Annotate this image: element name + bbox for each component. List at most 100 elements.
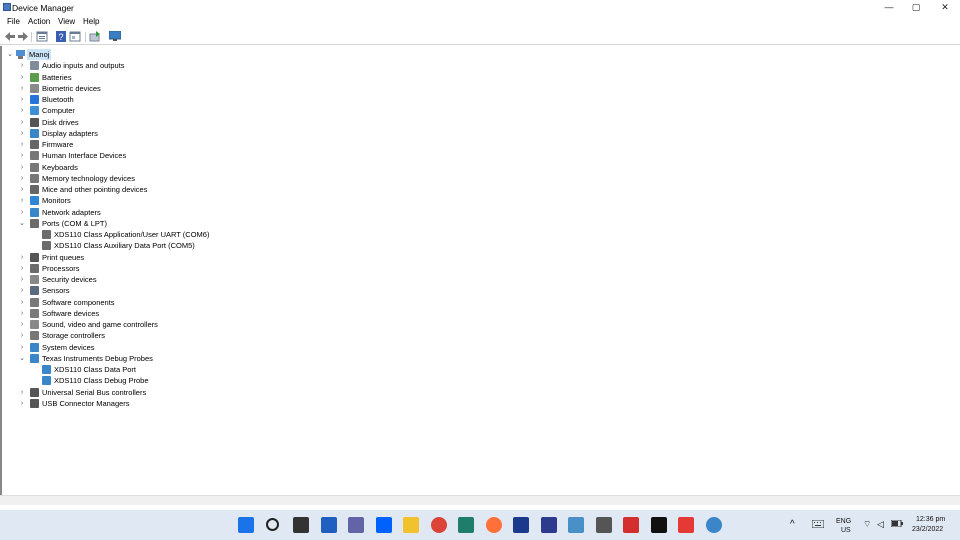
chevron-right-icon[interactable]: › xyxy=(18,252,26,263)
device-tree[interactable]: ⌄ Manoj › Audio inputs and outputs › Batter… xyxy=(0,46,960,495)
tree-category[interactable]: › Processors xyxy=(2,263,302,274)
chevron-right-icon[interactable]: › xyxy=(18,105,26,116)
menu-view[interactable]: View xyxy=(58,17,75,26)
forward-icon[interactable] xyxy=(17,31,29,42)
chevron-right-icon[interactable]: › xyxy=(18,150,26,161)
globe-icon[interactable] xyxy=(706,517,722,533)
tree-category[interactable]: › System devices xyxy=(2,342,302,353)
monitor-icon[interactable] xyxy=(108,30,122,42)
tree-category[interactable]: › Sensors xyxy=(2,285,302,296)
tree-category[interactable]: ⌄ Ports (COM & LPT) xyxy=(2,218,302,229)
chevron-right-icon[interactable]: › xyxy=(18,173,26,184)
update-driver-icon[interactable] xyxy=(89,31,101,42)
keyboard-icon[interactable] xyxy=(811,519,825,530)
teams-icon[interactable] xyxy=(348,517,364,533)
tree-category[interactable]: › Security devices xyxy=(2,274,302,285)
tree-category[interactable]: › Sound, video and game controllers xyxy=(2,319,302,330)
flash-icon[interactable] xyxy=(678,517,694,533)
tree-category[interactable]: › Bluetooth xyxy=(2,94,302,105)
wifi-icon[interactable]: ⌔ xyxy=(863,519,871,530)
tree-device[interactable]: XDS110 Class Auxiliary Data Port (COM5) xyxy=(2,240,302,251)
menu-file[interactable]: File xyxy=(7,17,20,26)
chevron-right-icon[interactable]: › xyxy=(18,342,26,353)
chevron-down-icon[interactable]: ⌄ xyxy=(18,218,26,229)
tree-category[interactable]: › Storage controllers xyxy=(2,330,302,341)
chevron-right-icon[interactable]: › xyxy=(18,184,26,195)
tree-category[interactable]: › Universal Serial Bus controllers xyxy=(2,387,302,398)
horizontal-scrollbar[interactable] xyxy=(0,495,960,505)
chevron-right-icon[interactable]: › xyxy=(18,274,26,285)
tree-category[interactable]: › Firmware xyxy=(2,139,302,150)
clock-time[interactable]: 12:36 pm xyxy=(916,516,945,523)
tree-category[interactable]: › Network adapters xyxy=(2,207,302,218)
tree-category[interactable]: › Batteries xyxy=(2,72,302,83)
file-explorer-icon[interactable] xyxy=(403,517,419,533)
chevron-right-icon[interactable]: › xyxy=(18,263,26,274)
back-icon[interactable] xyxy=(4,31,16,42)
terminal-icon[interactable] xyxy=(651,517,667,533)
chevron-right-icon[interactable]: › xyxy=(18,330,26,341)
chevron-right-icon[interactable]: › xyxy=(18,207,26,218)
tree-root[interactable]: ⌄ Manoj xyxy=(2,49,202,60)
chevron-right-icon[interactable]: › xyxy=(18,128,26,139)
tree-category[interactable]: › Human Interface Devices xyxy=(2,150,302,161)
tree-category[interactable]: › Mice and other pointing devices xyxy=(2,184,302,195)
app-pen-icon[interactable] xyxy=(541,517,557,533)
task-view-icon[interactable] xyxy=(293,517,309,533)
tree-category[interactable]: › Memory technology devices xyxy=(2,173,302,184)
tree-device[interactable]: XDS110 Class Application/User UART (COM6… xyxy=(2,229,302,240)
tree-category[interactable]: › Biometric devices xyxy=(2,83,302,94)
chevron-down-icon[interactable]: ⌄ xyxy=(6,49,14,60)
menu-action[interactable]: Action xyxy=(28,17,50,26)
tree-device[interactable]: XDS110 Class Data Port xyxy=(2,364,302,375)
tree-category[interactable]: › Software components xyxy=(2,297,302,308)
start-icon[interactable] xyxy=(238,517,254,533)
acrobat-icon[interactable] xyxy=(623,517,639,533)
chevron-right-icon[interactable]: › xyxy=(18,297,26,308)
tree-category[interactable]: › Display adapters xyxy=(2,128,302,139)
chrome-icon[interactable] xyxy=(431,517,447,533)
maximize-button[interactable]: ▢ xyxy=(902,0,930,15)
chevron-right-icon[interactable]: › xyxy=(18,308,26,319)
menu-help[interactable]: Help xyxy=(83,17,99,26)
help-icon[interactable]: ? xyxy=(55,31,67,42)
minimize-button[interactable]: — xyxy=(875,0,903,15)
clock-date[interactable]: 23/2/2022 xyxy=(912,526,943,533)
chevron-right-icon[interactable]: › xyxy=(18,387,26,398)
tree-device[interactable]: XDS110 Class Debug Probe xyxy=(2,375,302,386)
search-icon[interactable] xyxy=(266,518,279,531)
app-s-icon[interactable] xyxy=(513,517,529,533)
properties-icon[interactable] xyxy=(36,31,48,42)
tree-category[interactable]: › Disk drives xyxy=(2,117,302,128)
snipping-icon[interactable] xyxy=(568,517,584,533)
chevron-right-icon[interactable]: › xyxy=(18,319,26,330)
battery-icon[interactable] xyxy=(890,519,903,529)
tree-category[interactable]: › Keyboards xyxy=(2,162,302,173)
show-hidden-icon[interactable] xyxy=(69,31,81,42)
chevron-right-icon[interactable]: › xyxy=(18,117,26,128)
chevron-right-icon[interactable]: › xyxy=(18,72,26,83)
tree-category[interactable]: › Audio inputs and outputs xyxy=(2,60,302,71)
tree-category[interactable]: › Print queues xyxy=(2,252,302,263)
tree-category[interactable]: › Monitors xyxy=(2,195,302,206)
tree-category[interactable]: › Software devices xyxy=(2,308,302,319)
chevron-right-icon[interactable]: › xyxy=(18,83,26,94)
device-manager-icon[interactable] xyxy=(596,517,612,533)
chevron-right-icon[interactable]: › xyxy=(18,398,26,409)
tree-category[interactable]: › USB Connector Managers xyxy=(2,398,302,409)
chevron-right-icon[interactable]: › xyxy=(18,162,26,173)
language-indicator[interactable]: ENG xyxy=(836,518,851,525)
chevron-right-icon[interactable]: › xyxy=(18,60,26,71)
region-indicator[interactable]: US xyxy=(841,527,851,534)
tree-category[interactable]: › Computer xyxy=(2,105,302,116)
chevron-right-icon[interactable]: › xyxy=(18,139,26,150)
sublime-icon[interactable] xyxy=(458,517,474,533)
close-button[interactable]: ✕ xyxy=(931,0,959,15)
chevron-right-icon[interactable]: › xyxy=(18,285,26,296)
chevron-right-icon[interactable]: › xyxy=(18,94,26,105)
widgets-icon[interactable] xyxy=(321,517,337,533)
tree-category[interactable]: ⌄ Texas Instruments Debug Probes xyxy=(2,353,302,364)
chevron-up-icon[interactable]: ^ xyxy=(790,519,795,530)
dropbox-icon[interactable] xyxy=(376,517,392,533)
chevron-right-icon[interactable]: › xyxy=(18,195,26,206)
